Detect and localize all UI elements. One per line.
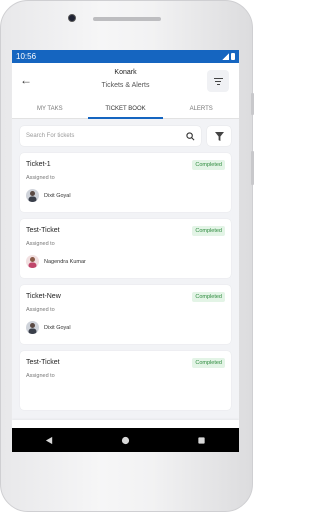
tab-alerts[interactable]: ALERTS xyxy=(163,101,239,118)
ticket-title: Test-Ticket xyxy=(26,227,60,234)
assigned-label: Assigned to xyxy=(26,373,55,379)
sort-menu-button[interactable] xyxy=(207,70,229,92)
status-badge: Completed xyxy=(192,226,225,236)
avatar xyxy=(26,189,39,202)
sort-icon-line xyxy=(216,83,220,85)
ticket-card[interactable]: Ticket-New Completed Assigned to Dixit G… xyxy=(20,285,231,344)
ticket-card[interactable]: Ticket-1 Completed Assigned to Dixit Goy… xyxy=(20,153,231,212)
search-input[interactable]: Search For tickets xyxy=(20,126,201,146)
home-circle-icon[interactable] xyxy=(121,436,130,445)
tab-ticket-book[interactable]: TICKET BOOK xyxy=(87,101,164,119)
ticket-title: Test-Ticket xyxy=(26,359,60,366)
recents-square-icon[interactable] xyxy=(197,436,206,445)
status-badge: Completed xyxy=(192,358,225,368)
ticket-card[interactable]: Test-Ticket Completed Assigned to Nagend… xyxy=(20,219,231,278)
app-screen: 10:56 ← Konark Tickets & Alerts MY TAKS … xyxy=(12,50,239,452)
assignee-name: Dixit Goyal xyxy=(44,193,71,199)
search-row: Search For tickets xyxy=(20,119,231,146)
ticket-title: Ticket-1 xyxy=(26,161,51,168)
app-header: ← Konark Tickets & Alerts xyxy=(12,63,239,97)
page-title: Konark xyxy=(114,69,137,76)
status-badge: Completed xyxy=(192,160,225,170)
signal-icon xyxy=(222,53,229,60)
system-navigation-bar xyxy=(12,428,239,452)
status-bar: 10:56 xyxy=(12,50,239,63)
ticket-card[interactable]: Test-Ticket Completed Assigned to xyxy=(20,351,231,410)
battery-icon xyxy=(231,53,235,60)
status-time: 10:56 xyxy=(16,52,37,61)
status-badge: Completed xyxy=(192,292,225,302)
assignee-name: Nagendra Kumar xyxy=(44,259,86,265)
tab-my-tasks[interactable]: MY TAKS xyxy=(12,101,88,118)
avatar xyxy=(26,321,39,334)
search-icon[interactable] xyxy=(186,131,195,141)
earpiece-speaker xyxy=(93,17,161,21)
assignee-name: Dixit Goyal xyxy=(44,325,71,331)
status-icons xyxy=(222,53,235,60)
ticket-title: Ticket-New xyxy=(26,293,61,300)
volume-button xyxy=(251,93,254,115)
sort-icon xyxy=(213,77,223,79)
filter-icon xyxy=(214,131,224,141)
filter-button[interactable] xyxy=(207,126,231,146)
assigned-label: Assigned to xyxy=(26,175,55,181)
sort-icon-line xyxy=(215,80,221,82)
assigned-label: Assigned to xyxy=(26,241,55,247)
ticket-list: Search For tickets Ticket-1 Completed As… xyxy=(12,119,239,420)
assigned-label: Assigned to xyxy=(26,307,55,313)
search-placeholder: Search For tickets xyxy=(26,133,75,139)
back-triangle-icon[interactable] xyxy=(45,436,54,445)
front-camera xyxy=(68,14,76,22)
power-button xyxy=(251,151,254,185)
avatar xyxy=(26,255,39,268)
page-subtitle: Tickets & Alerts xyxy=(101,82,150,89)
tab-bar: MY TAKS TICKET BOOK ALERTS xyxy=(12,101,239,119)
